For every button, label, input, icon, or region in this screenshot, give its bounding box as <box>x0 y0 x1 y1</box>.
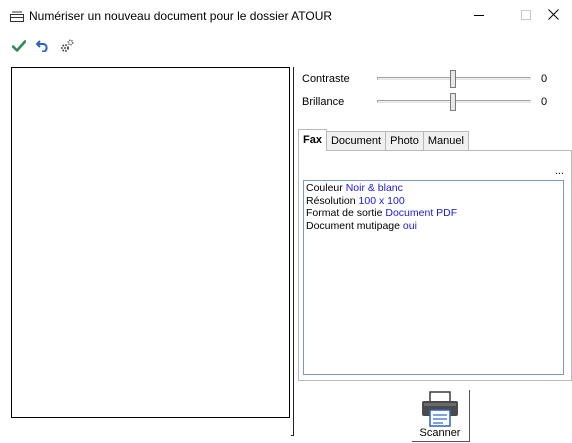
setting-key: Document mutipage <box>306 219 400 232</box>
scanner-app-icon <box>10 11 24 26</box>
undo-icon <box>35 39 50 55</box>
toolbar <box>10 36 76 58</box>
setting-value: Document PDF <box>385 207 458 219</box>
title-bar: Numériser un nouveau document pour le do… <box>0 0 572 32</box>
validate-button[interactable] <box>10 38 28 56</box>
contrast-slider[interactable] <box>377 70 531 88</box>
setting-key: Couleur <box>306 182 343 194</box>
minimize-icon <box>474 10 484 23</box>
window-title: Numériser un nouveau document pour le do… <box>29 9 333 23</box>
tab-document[interactable]: Document <box>325 131 387 151</box>
setting-output-format: Format de sortie Document PDF <box>306 207 561 220</box>
scan-preview-area <box>11 67 290 418</box>
setting-color: Couleur Noir & blanc <box>306 182 561 195</box>
brightness-slider[interactable] <box>377 93 531 111</box>
setting-key: Résolution <box>306 194 356 207</box>
contrast-slider-thumb[interactable] <box>450 70 456 88</box>
gears-icon <box>60 38 74 56</box>
more-options-button[interactable]: ... <box>555 165 564 177</box>
tab-fax[interactable]: Fax <box>298 129 327 151</box>
contrast-label: Contraste <box>302 73 350 85</box>
tab-photo[interactable]: Photo <box>385 131 424 151</box>
close-button[interactable] <box>530 0 572 32</box>
brightness-label: Brillance <box>302 96 345 108</box>
minimize-button[interactable] <box>456 0 502 32</box>
undo-button[interactable] <box>34 38 52 56</box>
scan-profile-tabs: Fax Document Photo Manuel <box>298 129 469 151</box>
setting-value: oui <box>402 219 417 232</box>
scan-button-label: Scanner <box>419 427 461 439</box>
contrast-value: 0 <box>541 73 548 85</box>
setting-key: Format de sortie <box>306 207 383 219</box>
setting-value: Noir & blanc <box>345 182 403 194</box>
panel-splitter[interactable] <box>291 67 294 436</box>
close-icon <box>547 9 559 23</box>
settings-button[interactable] <box>58 38 76 56</box>
brightness-value: 0 <box>541 96 548 108</box>
setting-value: 100 x 100 <box>358 194 405 207</box>
checkmark-icon <box>11 39 27 55</box>
tab-manuel[interactable]: Manuel <box>422 131 469 151</box>
scan-settings-summary: Couleur Noir & blanc Résolution 100 x 10… <box>303 180 564 375</box>
setting-multipage: Document mutipage oui <box>306 220 561 233</box>
setting-resolution: Résolution 100 x 100 <box>306 195 561 208</box>
printer-icon <box>415 390 465 431</box>
scan-button[interactable]: Scanner <box>412 390 470 442</box>
brightness-slider-thumb[interactable] <box>450 93 456 111</box>
tab-panel-fax: ... Couleur Noir & blanc Résolution 100 … <box>298 150 572 381</box>
